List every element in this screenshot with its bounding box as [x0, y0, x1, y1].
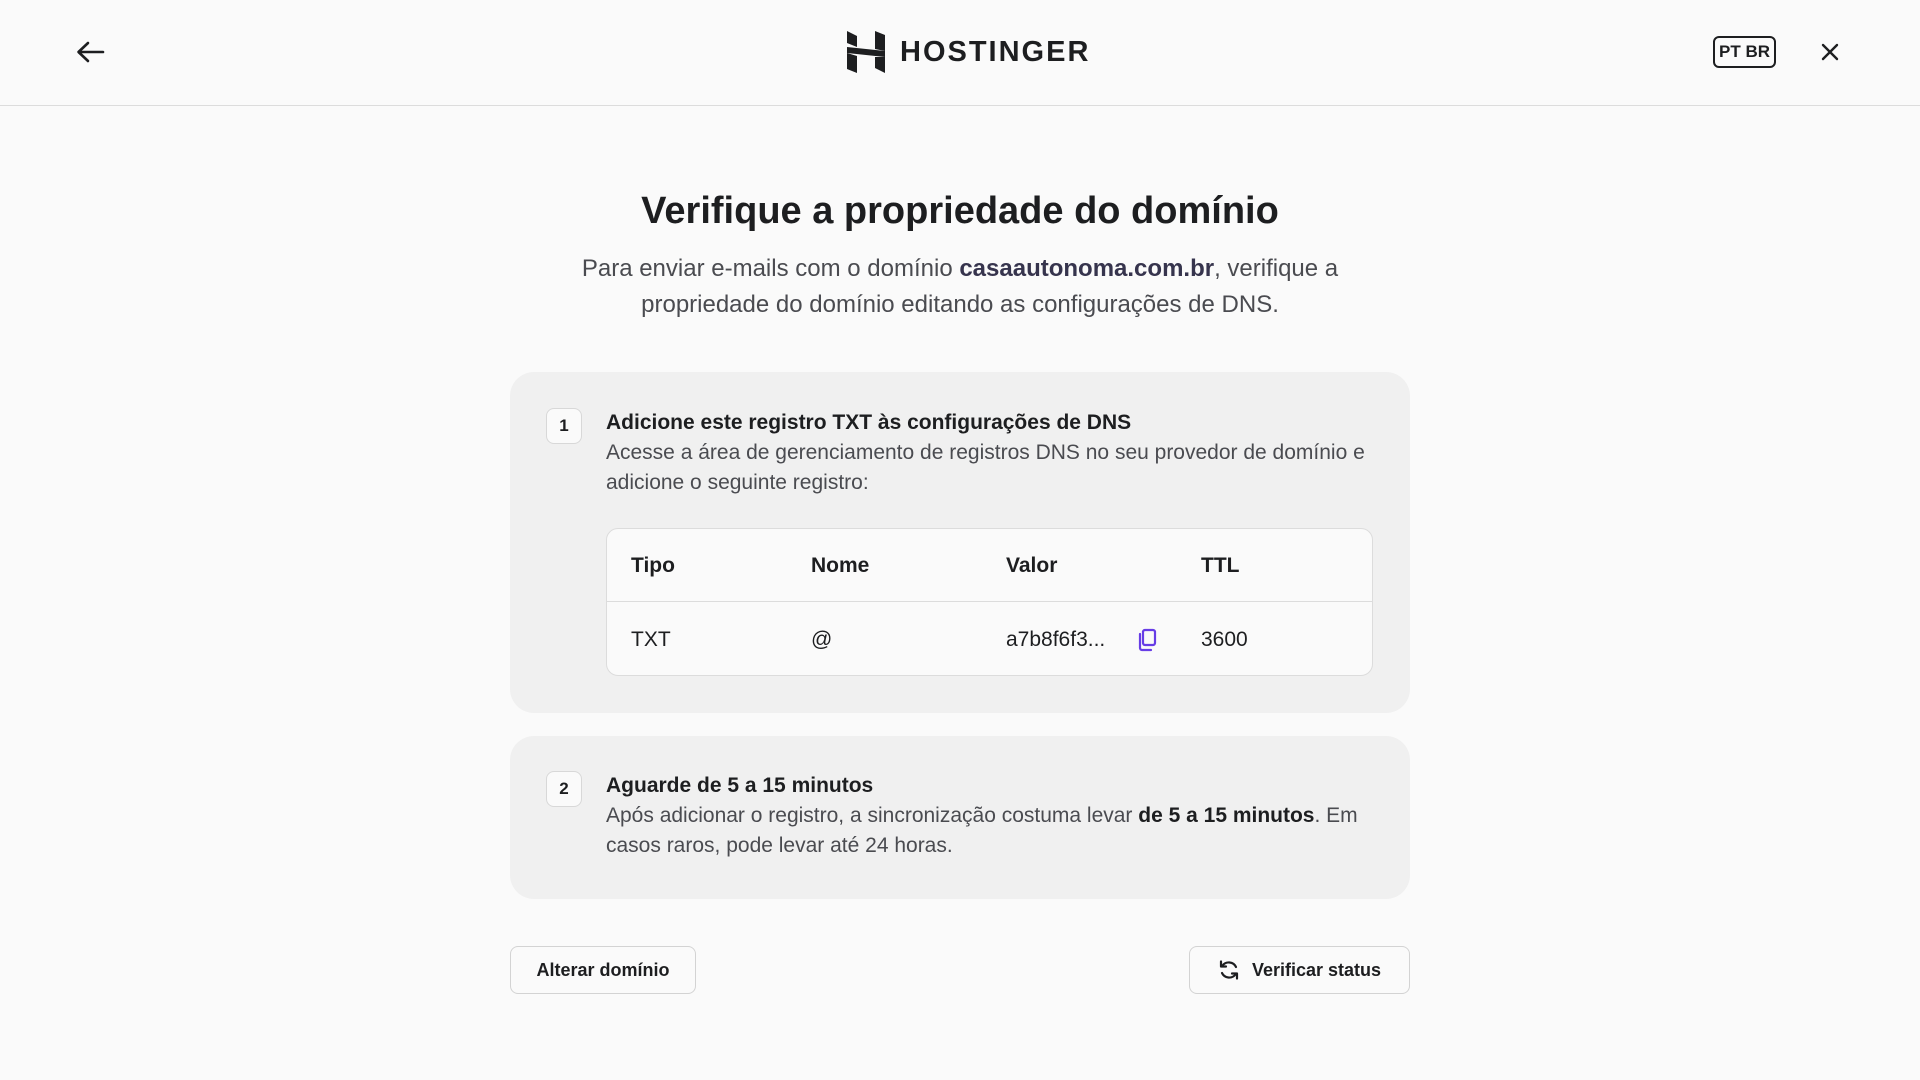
step-title: Adicione este registro TXT às configuraç…: [606, 411, 1132, 434]
domain-name: casaautonoma.com.br: [959, 255, 1215, 282]
back-button[interactable]: [70, 34, 110, 70]
change-domain-button[interactable]: Alterar domínio: [510, 946, 696, 994]
hostinger-logo-icon: [847, 31, 885, 73]
table-header-row: Tipo Nome Valor TTL: [607, 529, 1372, 602]
column-header-value: Valor: [1006, 553, 1058, 577]
subtitle-text-start: Para enviar e-mails com o domínio: [581, 255, 960, 282]
step-description-highlight: de 5 a 15 minutos: [1138, 804, 1315, 827]
dns-record-table: Tipo Nome Valor TTL TXT @ a7b8f6f3... 36…: [606, 528, 1373, 676]
verify-status-button[interactable]: Verificar status: [1189, 946, 1410, 994]
record-type: TXT: [631, 627, 671, 651]
step-number: 1: [546, 408, 582, 444]
step-description: Após adicionar o registro, a sincronizaç…: [606, 801, 1396, 861]
page-subtitle: Para enviar e-mails com o domínio casaau…: [540, 251, 1380, 323]
step-number: 2: [546, 771, 582, 807]
verify-status-label: Verificar status: [1251, 959, 1382, 980]
step-description-start: Após adicionar o registro, a sincronizaç…: [606, 804, 1139, 827]
hostinger-logo[interactable]: HOSTINGER: [846, 28, 1090, 76]
language-selector[interactable]: PT BR: [1713, 36, 1776, 68]
column-header-ttl: TTL: [1201, 553, 1240, 577]
step-2-card: 2 Aguarde de 5 a 15 minutos Após adicion…: [510, 736, 1410, 899]
record-name: @: [811, 627, 833, 651]
column-header-type: Tipo: [631, 553, 675, 577]
record-value: a7b8f6f3...: [1006, 627, 1106, 651]
top-bar: HOSTINGER PT BR: [0, 0, 1920, 106]
close-button[interactable]: [1814, 36, 1846, 68]
arrow-left-icon: [77, 41, 105, 63]
copy-value-button[interactable]: [1131, 603, 1163, 675]
close-icon: [1821, 43, 1839, 61]
refresh-icon: [1219, 960, 1239, 980]
step-description: Acesse a área de gerenciamento de regist…: [606, 441, 1365, 494]
table-row: TXT @ a7b8f6f3... 3600: [607, 603, 1372, 675]
logo-text: HOSTINGER: [900, 35, 1091, 68]
column-header-name: Nome: [811, 553, 870, 577]
record-ttl: 3600: [1201, 627, 1248, 651]
step-title: Aguarde de 5 a 15 minutos: [606, 774, 874, 797]
step-1-card: 1 Adicione este registro TXT às configur…: [510, 372, 1410, 713]
copy-icon: [1138, 628, 1157, 651]
page-title: Verifique a propriedade do domínio: [641, 190, 1279, 232]
